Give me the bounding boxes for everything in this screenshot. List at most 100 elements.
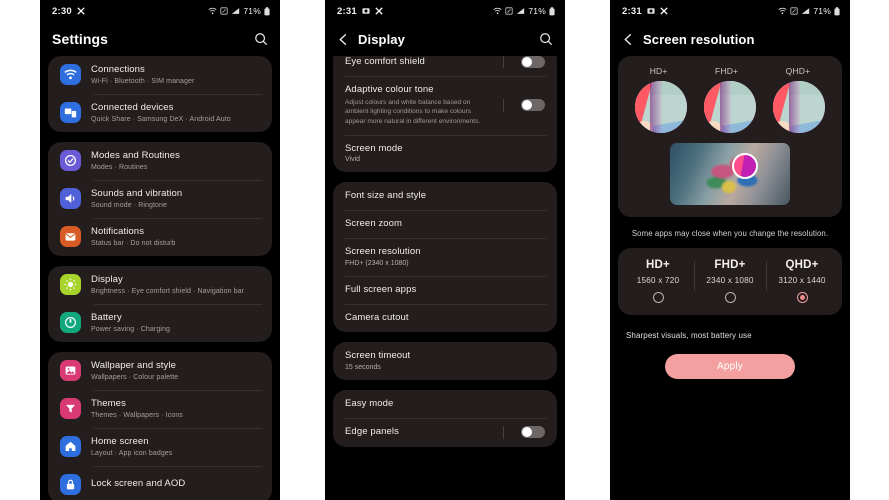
themes-icon bbox=[60, 398, 81, 420]
resolution-option-fhdplus[interactable]: FHD+ 2340 x 1080 bbox=[694, 259, 766, 303]
x-app-icon bbox=[660, 7, 668, 15]
screenshot-icon bbox=[362, 7, 370, 15]
wallpaper-preview-image bbox=[670, 143, 790, 205]
settings-row-subtitle: Status bar · Do not disturb bbox=[91, 239, 176, 247]
toggle-divider bbox=[503, 425, 504, 439]
settings-row-title: Connections bbox=[91, 64, 145, 75]
resolution-option-dimensions: 1560 x 720 bbox=[636, 276, 680, 285]
settings-row-subtitle: Layout · App icon badges bbox=[91, 449, 173, 457]
apply-button[interactable]: Apply bbox=[665, 354, 795, 379]
settings-row-title: Lock screen and AOD bbox=[91, 478, 186, 490]
resolution-option-label: QHD+ bbox=[785, 259, 819, 271]
resolution-radio[interactable] bbox=[724, 292, 736, 303]
settings-group: Display Brightness · Eye comfort shield ·… bbox=[48, 265, 272, 342]
display-settings-row[interactable]: Screen timeout 15 seconds bbox=[333, 342, 557, 380]
toggle-divider bbox=[503, 56, 504, 68]
phone-screen-settings: 2:30 71% Settings Connections Wi-Fi · Bl… bbox=[40, 0, 280, 500]
battery-icon bbox=[549, 6, 555, 16]
settings-row[interactable]: Connections Wi-Fi · Bluetooth · SIM manag… bbox=[48, 56, 272, 94]
display-icon bbox=[60, 274, 81, 296]
app-bar: Screen resolution bbox=[610, 22, 850, 56]
display-settings-group: Eye comfort shield Adaptive colour tone Ad… bbox=[333, 56, 557, 173]
settings-row[interactable]: Modes and Routines Modes · Routines bbox=[48, 142, 272, 180]
preview-label: QHD+ bbox=[785, 66, 811, 76]
display-settings-row[interactable]: Camera cutout bbox=[333, 304, 557, 332]
display-settings-row[interactable]: Font size and style bbox=[333, 182, 557, 210]
display-settings-row[interactable]: Adaptive colour tone Adjust colours and w… bbox=[333, 76, 557, 135]
settings-row[interactable]: Wallpaper and style Wallpapers · Colour p… bbox=[48, 352, 272, 390]
modes-routines-icon bbox=[60, 150, 81, 172]
settings-row-subtitle: Sound mode · Ringtone bbox=[91, 201, 168, 209]
preview-bubble-hd bbox=[634, 81, 687, 133]
display-settings-row[interactable]: Screen resolution FHD+ (2340 x 1080) bbox=[333, 238, 557, 276]
display-settings-group: Easy mode Edge panels bbox=[333, 389, 557, 447]
settings-row-subtitle: Themes · Wallpapers · Icons bbox=[91, 411, 183, 419]
settings-list[interactable]: Connections Wi-Fi · Bluetooth · SIM manag… bbox=[40, 56, 280, 500]
three-phone-screenshot-collage: 2:30 71% Settings Connections Wi-Fi · Bl… bbox=[0, 0, 889, 500]
display-row-title: Screen timeout bbox=[345, 349, 411, 361]
battery-icon bbox=[834, 6, 840, 16]
connected-devices-icon bbox=[60, 102, 81, 124]
phone-screen-display: 2:31 71% Display Eye comfort shield Adap… bbox=[325, 0, 565, 500]
display-row-title: Camera cutout bbox=[345, 312, 409, 324]
display-settings-row[interactable]: Easy mode bbox=[333, 390, 557, 418]
settings-group: Connections Wi-Fi · Bluetooth · SIM manag… bbox=[48, 56, 272, 132]
display-settings-group: Font size and style Screen zoom Screen res… bbox=[333, 182, 557, 332]
display-settings-list[interactable]: Eye comfort shield Adaptive colour tone Ad… bbox=[325, 56, 565, 500]
settings-row-subtitle: Quick Share · Samsung DeX · Android Auto bbox=[91, 115, 231, 123]
app-bar: Display bbox=[325, 22, 565, 56]
back-arrow-icon[interactable] bbox=[622, 33, 635, 46]
display-row-title: Screen mode bbox=[345, 142, 403, 154]
settings-row-title: Battery bbox=[91, 311, 122, 323]
settings-row[interactable]: Home screen Layout · App icon badges bbox=[48, 427, 272, 466]
resolution-option-dimensions: 3120 x 1440 bbox=[778, 276, 826, 285]
x-app-icon bbox=[375, 7, 383, 15]
status-bar: 2:31 71% bbox=[325, 0, 565, 22]
display-row-title: Adaptive colour tone bbox=[345, 84, 434, 95]
battery-icon bbox=[60, 312, 81, 334]
settings-row-subtitle: Brightness · Eye comfort shield · Naviga… bbox=[91, 287, 245, 295]
settings-row[interactable]: Notifications Status bar · Do not disturb bbox=[48, 217, 272, 256]
settings-row[interactable]: Connected devices Quick Share · Samsung D… bbox=[48, 93, 272, 132]
settings-row-subtitle: Power saving · Charging bbox=[91, 325, 170, 333]
page-title: Display bbox=[358, 31, 405, 47]
settings-row-subtitle: Wi-Fi · Bluetooth · SIM manager bbox=[91, 77, 195, 85]
settings-row[interactable]: Display Brightness · Eye comfort shield ·… bbox=[48, 266, 272, 304]
sound-icon bbox=[60, 188, 81, 210]
nfc-icon bbox=[790, 7, 798, 15]
wifi-icon bbox=[60, 64, 81, 86]
display-settings-row[interactable]: Full screen apps bbox=[333, 276, 557, 304]
resolution-radio[interactable] bbox=[796, 292, 808, 303]
display-settings-row[interactable]: Screen mode Vivid bbox=[333, 134, 557, 173]
resolution-option-label: FHD+ bbox=[714, 259, 746, 271]
settings-row[interactable]: Battery Power saving · Charging bbox=[48, 303, 272, 342]
preview-labels: HD+ FHD+ QHD+ bbox=[626, 66, 834, 76]
settings-row[interactable]: Sounds and vibration Sound mode · Rington… bbox=[48, 179, 272, 218]
wifi-icon bbox=[493, 7, 502, 15]
search-icon[interactable] bbox=[539, 32, 553, 46]
display-row-title: Full screen apps bbox=[345, 284, 417, 296]
settings-row[interactable]: Lock screen and AOD bbox=[48, 465, 272, 500]
resolution-option-qhdplus[interactable]: QHD+ 3120 x 1440 bbox=[766, 259, 838, 303]
display-row-title: Screen zoom bbox=[345, 218, 403, 230]
settings-row-title: Home screen bbox=[91, 435, 149, 447]
signal-icon bbox=[231, 7, 240, 15]
search-icon[interactable] bbox=[254, 32, 268, 46]
nfc-icon bbox=[220, 7, 228, 15]
lock-screen-icon bbox=[60, 473, 81, 495]
back-arrow-icon[interactable] bbox=[337, 33, 350, 46]
toggle-switch[interactable] bbox=[521, 426, 545, 439]
resolution-radio[interactable] bbox=[652, 292, 664, 303]
settings-row-title: Modes and Routines bbox=[91, 149, 180, 161]
display-row-value: FHD+ (2340 x 1080) bbox=[345, 260, 409, 268]
display-settings-row[interactable]: Screen zoom bbox=[333, 210, 557, 238]
display-settings-row[interactable]: Eye comfort shield bbox=[333, 56, 557, 76]
toggle-switch[interactable] bbox=[521, 56, 545, 68]
resolution-options[interactable]: HD+ 1560 x 720 FHD+ 2340 x 1080 QHD+ 3120 x 1… bbox=[618, 248, 842, 315]
resolution-option-hdplus[interactable]: HD+ 1560 x 720 bbox=[622, 259, 694, 303]
settings-row-title: Notifications bbox=[91, 225, 145, 237]
toggle-switch[interactable] bbox=[521, 99, 545, 112]
settings-group: Modes and Routines Modes · Routines Sounds… bbox=[48, 141, 272, 256]
settings-row[interactable]: Themes Themes · Wallpapers · Icons bbox=[48, 389, 272, 428]
display-settings-row[interactable]: Edge panels bbox=[333, 417, 557, 447]
